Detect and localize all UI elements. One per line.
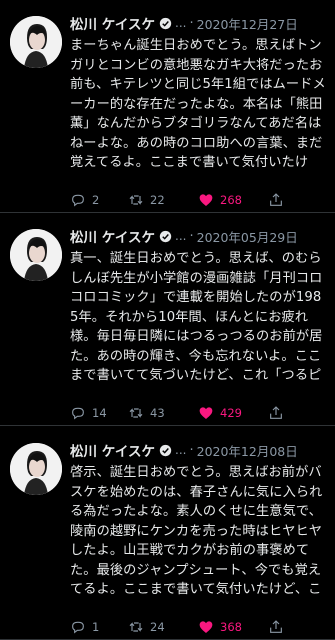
author-name[interactable]: 松川 ケイスケ bbox=[70, 13, 155, 33]
heart-icon bbox=[199, 621, 213, 633]
retweet-button[interactable]: 22 bbox=[128, 192, 198, 208]
tweet-date[interactable]: 2020年12月27日 bbox=[197, 14, 298, 33]
verified-badge-icon bbox=[159, 444, 172, 456]
verified-badge-icon bbox=[159, 230, 172, 242]
truncated-handle: ... bbox=[175, 443, 187, 457]
reply-icon bbox=[72, 194, 84, 207]
reply-button[interactable]: 2 bbox=[70, 192, 128, 208]
tweet-actions: 1 24 368 bbox=[70, 617, 328, 637]
retweet-button[interactable]: 43 bbox=[128, 405, 198, 421]
retweet-count: 24 bbox=[150, 620, 165, 634]
share-button[interactable] bbox=[268, 405, 308, 421]
separator: · bbox=[189, 442, 194, 458]
share-icon bbox=[270, 406, 282, 419]
retweet-count: 22 bbox=[150, 193, 165, 207]
like-count: 368 bbox=[220, 620, 242, 634]
retweet-button[interactable]: 24 bbox=[128, 619, 198, 635]
reply-icon bbox=[72, 621, 84, 634]
heart-icon bbox=[199, 194, 213, 206]
tweet-text: 真一、誕生日おめでとう。思えば、のむらしんぼ先生が小学館の漫画雑誌「月刊コロコロ… bbox=[70, 251, 323, 383]
like-button[interactable]: 268 bbox=[198, 192, 268, 208]
avatar[interactable] bbox=[10, 16, 62, 68]
reply-count: 2 bbox=[92, 193, 100, 207]
avatar[interactable] bbox=[10, 443, 62, 495]
tweet-text: まーちゃん誕生日おめでとう。思えばトンガリとコンビの意地悪なガキ大将だったお前も… bbox=[70, 38, 326, 170]
like-button[interactable]: 429 bbox=[198, 405, 268, 421]
verified-badge-icon bbox=[159, 17, 172, 29]
tweet-feed: 松川 ケイスケ ... · 2020年12月27日 まーちゃん誕生日おめでとう。… bbox=[0, 0, 335, 640]
tweet-text: 啓示、誕生日おめでとう。思えばお前がバスケを始めたのは、春子さんに気に入られる為… bbox=[70, 465, 323, 597]
truncated-handle: ... bbox=[175, 16, 187, 30]
reply-button[interactable]: 14 bbox=[70, 405, 128, 421]
tweet-actions: 14 43 429 bbox=[70, 403, 328, 423]
avatar[interactable] bbox=[10, 229, 62, 281]
tweet-date[interactable]: 2020年12月08日 bbox=[197, 441, 298, 460]
reply-icon bbox=[72, 407, 84, 420]
reply-count: 1 bbox=[92, 620, 100, 634]
separator: · bbox=[189, 15, 194, 31]
author-name[interactable]: 松川 ケイスケ bbox=[70, 226, 155, 246]
share-icon bbox=[270, 620, 282, 633]
author-name[interactable]: 松川 ケイスケ bbox=[70, 440, 155, 460]
tweet[interactable]: 松川 ケイスケ ... · 2020年12月27日 まーちゃん誕生日おめでとう。… bbox=[0, 0, 335, 213]
tweet[interactable]: 松川 ケイスケ ... · 2020年12月08日 啓示、誕生日おめでとう。思え… bbox=[0, 427, 335, 640]
retweet-icon bbox=[129, 622, 143, 632]
like-button[interactable]: 368 bbox=[198, 619, 268, 635]
separator: · bbox=[189, 228, 194, 244]
share-button[interactable] bbox=[268, 192, 308, 208]
tweet-date[interactable]: 2020年05月29日 bbox=[197, 227, 298, 246]
like-count: 429 bbox=[220, 406, 242, 420]
tweet[interactable]: 松川 ケイスケ ... · 2020年05月29日 真一、誕生日おめでとう。思え… bbox=[0, 213, 335, 426]
reply-button[interactable]: 1 bbox=[70, 619, 128, 635]
truncated-handle: ... bbox=[175, 229, 187, 243]
retweet-icon bbox=[129, 195, 143, 205]
retweet-icon bbox=[129, 408, 143, 418]
reply-count: 14 bbox=[92, 406, 107, 420]
like-count: 268 bbox=[220, 193, 242, 207]
heart-icon bbox=[199, 407, 213, 419]
tweet-actions: 2 22 268 bbox=[70, 190, 328, 210]
share-button[interactable] bbox=[268, 619, 308, 635]
retweet-count: 43 bbox=[150, 406, 165, 420]
share-icon bbox=[270, 193, 282, 206]
